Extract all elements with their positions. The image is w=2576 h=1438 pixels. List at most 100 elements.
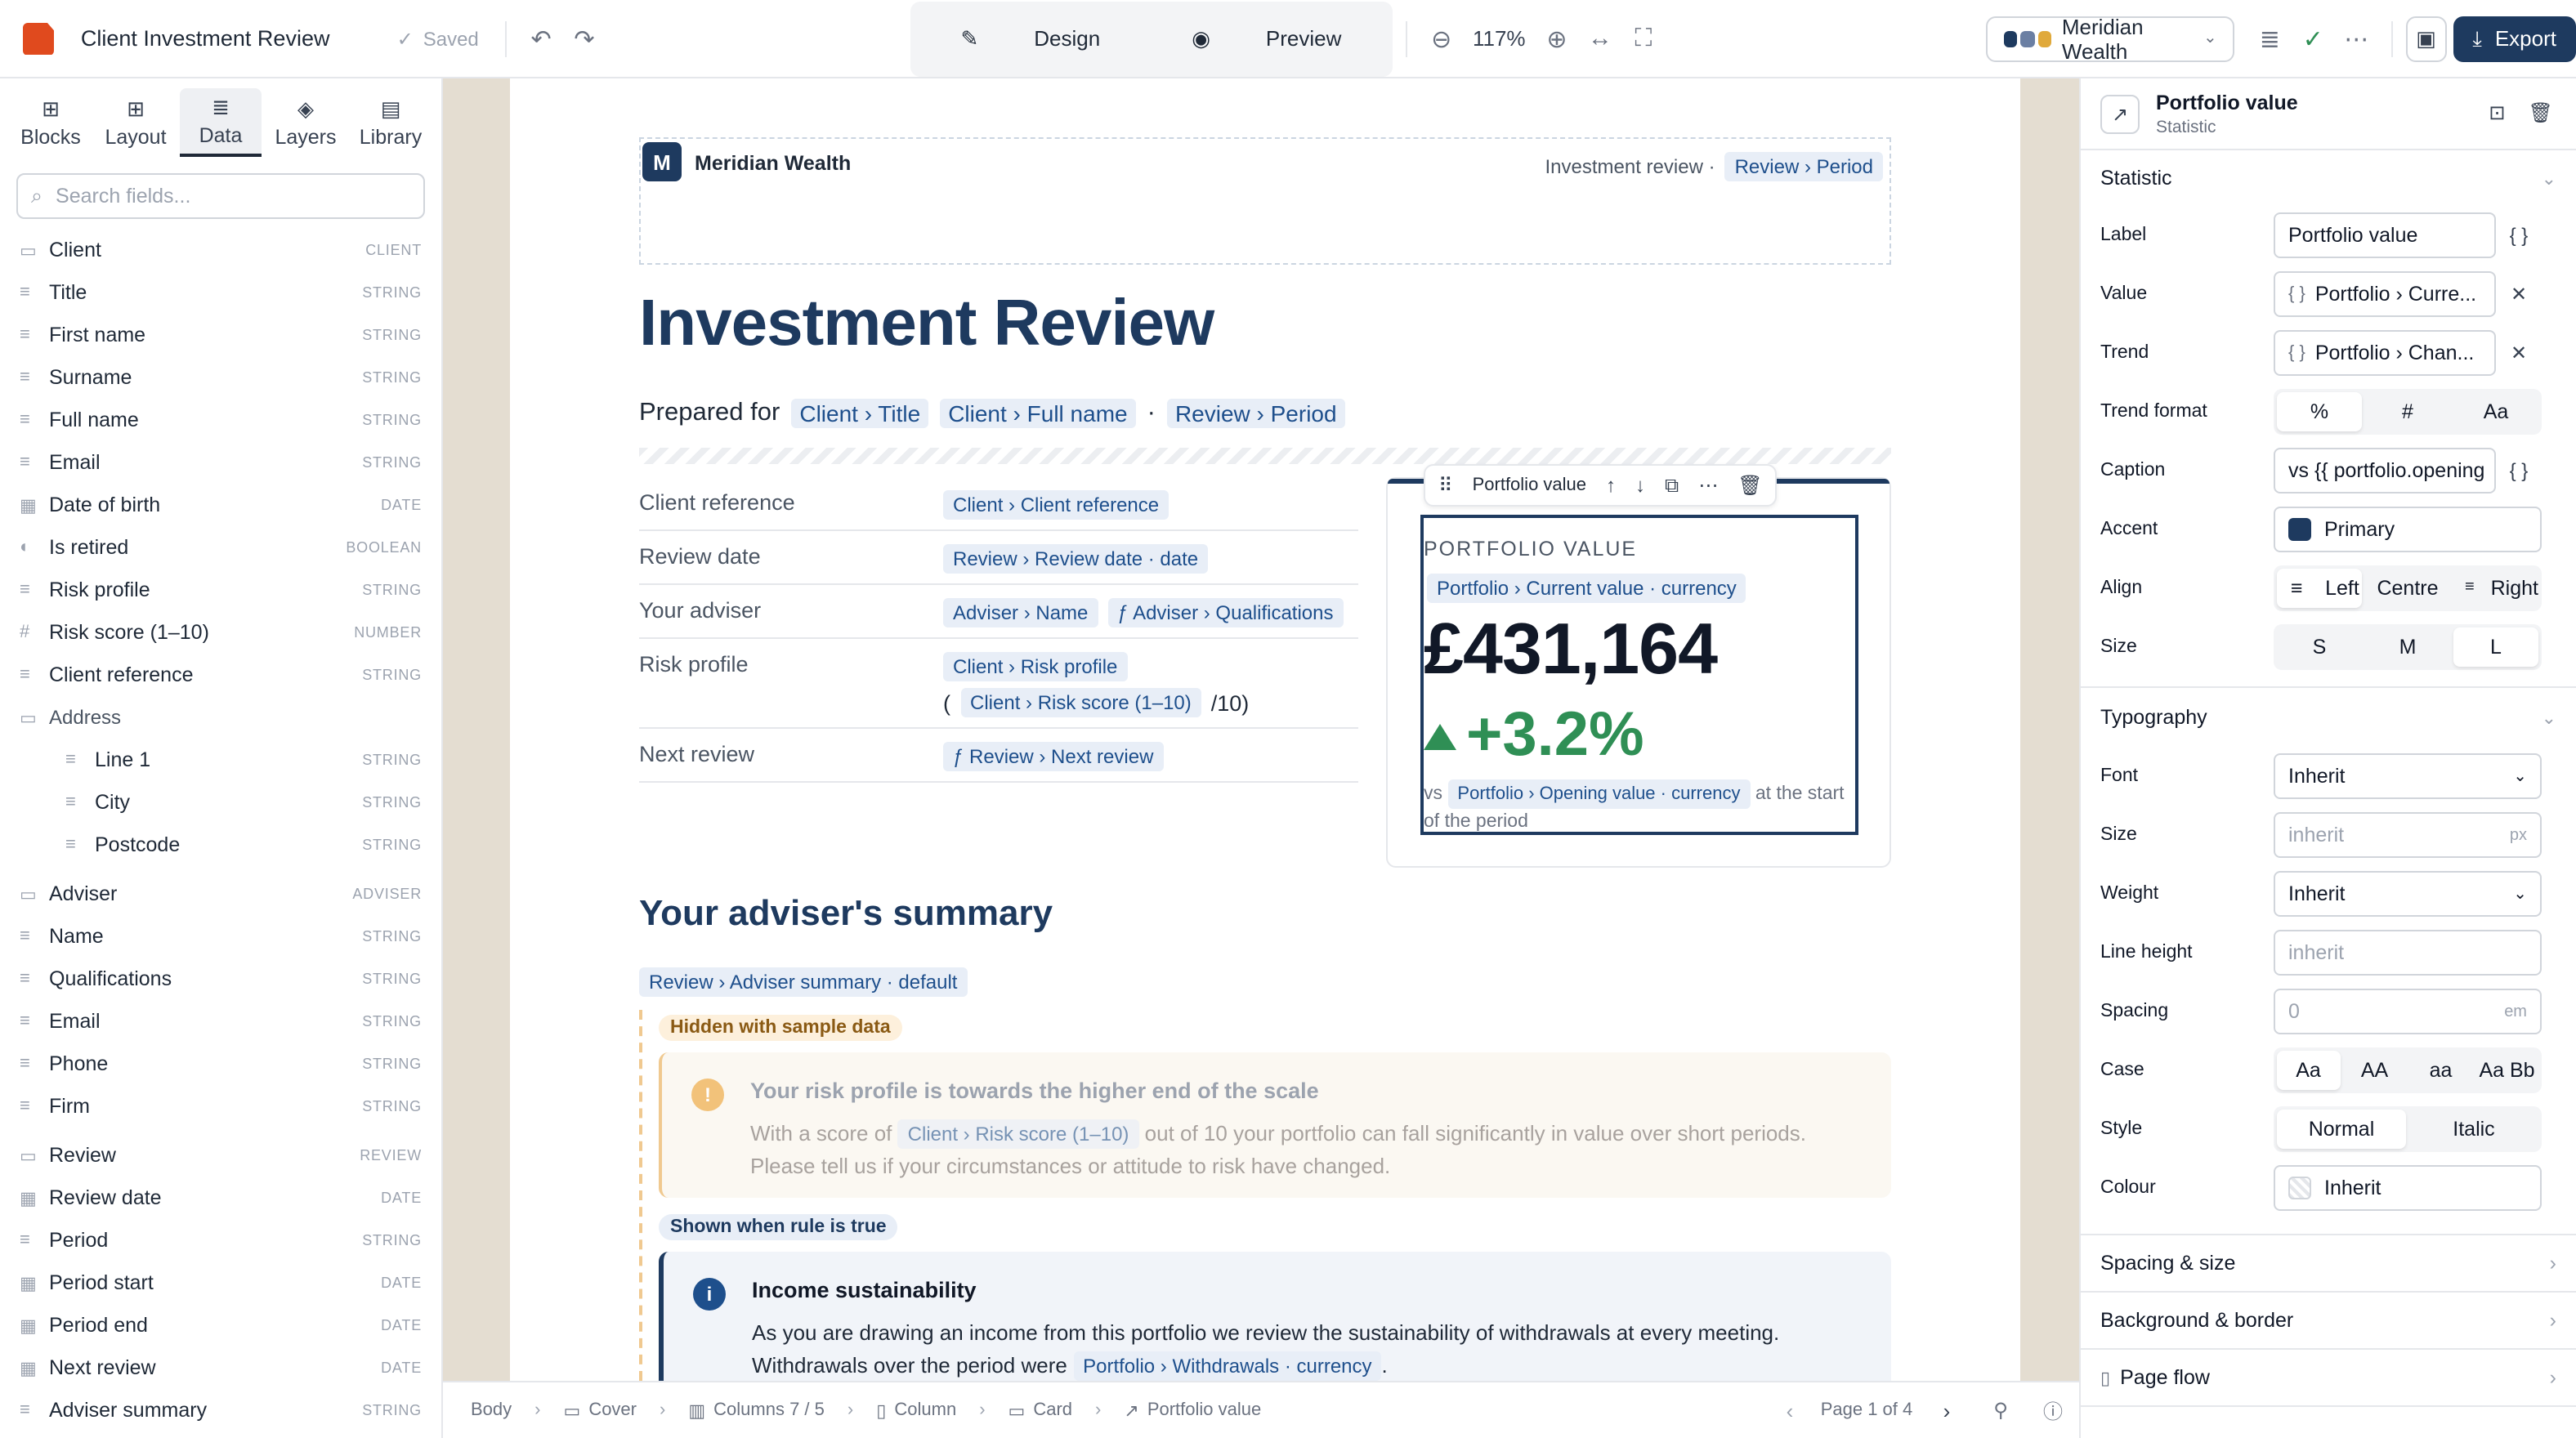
- data-token[interactable]: Review › Review date · date: [943, 544, 1209, 574]
- validation-button[interactable]: ✓: [2292, 14, 2335, 63]
- field-item[interactable]: ◐ Is retired BOOLEAN: [20, 526, 422, 569]
- data-token[interactable]: Client › Risk score (1–10): [960, 688, 1201, 717]
- data-token[interactable]: Portfolio › Current value · currency: [1427, 574, 1746, 603]
- field-item[interactable]: # Risk score (1–10) NUMBER: [20, 611, 422, 654]
- statistic-card[interactable]: ⠿ Portfolio value ↑ ↓ ⧉ ⋯ 🗑 PORTFOLIO VA…: [1386, 464, 1891, 868]
- prepared-for-line[interactable]: Prepared for Client › Title Client › Ful…: [639, 399, 1345, 428]
- drag-handle-icon[interactable]: ⠿: [1438, 474, 1453, 497]
- tab-library[interactable]: ▤ Library: [350, 88, 432, 157]
- trend-format-number[interactable]: #: [2365, 392, 2450, 431]
- page-flow-section[interactable]: ▯ Page flow ›: [2081, 1350, 2576, 1407]
- field-item[interactable]: ≡ Adviser summary STRING: [20, 1389, 422, 1431]
- field-item[interactable]: ≡ Surname STRING: [20, 356, 422, 399]
- data-token[interactable]: Client › Full name: [940, 399, 1136, 428]
- caption-input[interactable]: vs {{ portfolio.opening: [2274, 448, 2496, 493]
- value-binding-input[interactable]: { } Portfolio › Curre...: [2274, 271, 2496, 317]
- undo-button[interactable]: ↶: [520, 14, 563, 63]
- field-item[interactable]: ▭ Address: [20, 696, 422, 739]
- details-table[interactable]: Client reference Client › Client referenc…: [639, 477, 1358, 783]
- move-up-icon[interactable]: ↑: [1606, 474, 1616, 497]
- info-icon[interactable]: ⓘ: [2027, 1396, 2079, 1424]
- field-item[interactable]: ≡ Email STRING: [20, 441, 422, 484]
- zoom-level[interactable]: 117%: [1463, 26, 1535, 51]
- detail-row[interactable]: Review date Review › Review date · date: [639, 531, 1358, 585]
- field-item[interactable]: ▭ Client CLIENT: [20, 229, 422, 271]
- next-page-button[interactable]: ›: [1919, 1398, 1974, 1422]
- move-down-icon[interactable]: ↓: [1635, 474, 1645, 497]
- field-item[interactable]: ▭ Review REVIEW: [20, 1134, 422, 1177]
- attachment-icon[interactable]: ⚲: [1974, 1399, 2027, 1422]
- zoom-in-button[interactable]: ⊕: [1535, 14, 1578, 63]
- spacing-size-section[interactable]: Spacing & size ›: [2081, 1235, 2576, 1293]
- trend-format-text[interactable]: Aa: [2453, 392, 2538, 431]
- breadcrumb-item[interactable]: Column: [894, 1400, 956, 1420]
- preview-mode-button[interactable]: ◉ Preview: [1146, 6, 1387, 71]
- data-token[interactable]: Portfolio › Withdrawals · currency: [1073, 1351, 1382, 1381]
- field-item[interactable]: ≡ Client reference STRING: [20, 654, 422, 696]
- data-token[interactable]: Portfolio › Opening value · currency: [1447, 779, 1751, 809]
- field-item[interactable]: ≡ Qualifications STRING: [20, 958, 422, 1000]
- export-button[interactable]: ⤓ Export: [2453, 16, 2576, 61]
- align-left-option[interactable]: ≡ Left: [2277, 569, 2362, 608]
- data-token[interactable]: Client › Risk score (1–10): [897, 1119, 1139, 1149]
- more-horizontal-icon[interactable]: ⋯: [1698, 474, 1718, 497]
- field-item[interactable]: ▭ Adviser ADVISER: [20, 873, 422, 915]
- tab-layout[interactable]: ⊞ Layout: [95, 88, 177, 157]
- trash-icon[interactable]: 🗑: [1737, 474, 1762, 497]
- data-token[interactable]: Client › Risk profile: [943, 652, 1128, 681]
- field-item[interactable]: ▦ Period end DATE: [20, 1304, 422, 1346]
- breadcrumb-item[interactable]: Body: [471, 1400, 512, 1420]
- colour-select[interactable]: Inherit: [2274, 1165, 2542, 1211]
- field-item[interactable]: ≡ Period STRING: [20, 1219, 422, 1262]
- case-title-option[interactable]: Aa Bb: [2475, 1051, 2538, 1090]
- tab-data[interactable]: ≣ Data: [180, 88, 262, 157]
- font-size-input[interactable]: inherit px: [2274, 812, 2542, 858]
- field-item[interactable]: ≡ Name STRING: [20, 915, 422, 958]
- income-callout[interactable]: i Income sustainability As you are drawi…: [659, 1252, 1891, 1381]
- label-input[interactable]: Portfolio value: [2274, 212, 2496, 258]
- weight-select[interactable]: Inherit ⌄: [2274, 871, 2542, 917]
- detail-row[interactable]: Risk profile Client › Risk profile(Client…: [639, 639, 1358, 729]
- field-item[interactable]: ≡ Full name STRING: [20, 399, 422, 441]
- tab-layers[interactable]: ◈ Layers: [265, 88, 347, 157]
- align-right-option[interactable]: ≡ Right: [2453, 569, 2538, 608]
- data-token[interactable]: ƒ Adviser › Qualifications: [1107, 598, 1344, 627]
- data-token[interactable]: ƒ Review › Next review: [943, 742, 1164, 771]
- bind-data-icon[interactable]: { }: [2496, 224, 2542, 247]
- clear-icon[interactable]: ✕: [2496, 342, 2542, 364]
- section-header[interactable]: Statistic ⌄: [2081, 150, 2576, 206]
- page-title[interactable]: Investment Review: [639, 288, 1214, 361]
- case-lower-option[interactable]: aa: [2409, 1051, 2472, 1090]
- align-centre-option[interactable]: Centre: [2365, 569, 2450, 608]
- zoom-out-button[interactable]: ⊖: [1420, 14, 1463, 63]
- field-item[interactable]: ≡ Firm STRING: [20, 1085, 422, 1128]
- case-upper-option[interactable]: AA: [2343, 1051, 2406, 1090]
- breadcrumb-item[interactable]: Portfolio value: [1147, 1400, 1261, 1420]
- size-m-option[interactable]: M: [2365, 627, 2450, 667]
- breadcrumb-item[interactable]: Cover: [588, 1400, 637, 1420]
- lock-icon[interactable]: ⊡: [2489, 101, 2505, 124]
- prev-page-button[interactable]: ‹: [1765, 1398, 1814, 1422]
- field-item[interactable]: ▦ Next review DATE: [20, 1346, 422, 1389]
- fullscreen-button[interactable]: ⛶: [1621, 14, 1665, 63]
- line-height-input[interactable]: inherit: [2274, 930, 2542, 976]
- data-token[interactable]: Client › Client reference: [943, 490, 1169, 520]
- detail-row[interactable]: Your adviser Adviser › Name ƒ Adviser › Qu…: [639, 585, 1358, 639]
- accent-select[interactable]: Primary: [2274, 507, 2542, 552]
- trash-icon[interactable]: 🗑: [2529, 101, 2553, 124]
- document-title[interactable]: Client Investment Review: [81, 26, 384, 51]
- size-l-option[interactable]: L: [2453, 627, 2538, 667]
- size-s-option[interactable]: S: [2277, 627, 2362, 667]
- risk-callout[interactable]: ! Your risk profile is towards the highe…: [659, 1052, 1891, 1198]
- data-token[interactable]: Review › Period: [1166, 399, 1345, 428]
- data-token[interactable]: Review › Period: [1724, 152, 1883, 181]
- brand-selector[interactable]: Meridian Wealth ⌄: [1985, 14, 2235, 63]
- field-item[interactable]: ≡ City STRING: [20, 781, 422, 824]
- field-item[interactable]: ▦ Date of birth DATE: [20, 484, 422, 526]
- portfolio-value-statistic[interactable]: PORTFOLIO VALUE Portfolio › Current valu…: [1420, 515, 1858, 835]
- breadcrumb-item[interactable]: Columns 7 / 5: [713, 1400, 825, 1420]
- font-select[interactable]: Inherit ⌄: [2274, 753, 2542, 799]
- field-item[interactable]: ≡ Email STRING: [20, 1000, 422, 1043]
- field-item[interactable]: ≡ Risk profile STRING: [20, 569, 422, 611]
- trend-format-percent[interactable]: %: [2277, 392, 2362, 431]
